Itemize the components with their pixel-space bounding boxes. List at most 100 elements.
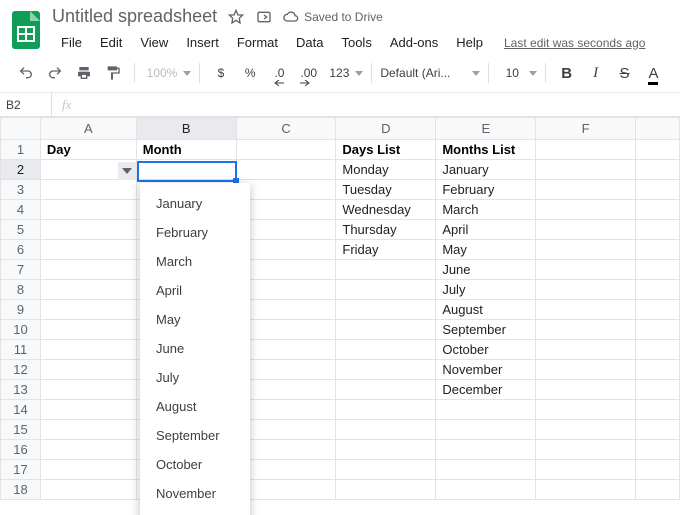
cell[interactable] xyxy=(636,280,680,300)
cell[interactable] xyxy=(636,180,680,200)
menu-addons[interactable]: Add-ons xyxy=(381,31,447,54)
cell[interactable]: March xyxy=(436,200,536,220)
cell[interactable] xyxy=(636,380,680,400)
cell[interactable] xyxy=(536,180,636,200)
dropdown-item[interactable]: September xyxy=(140,421,250,450)
dropdown-item[interactable]: May xyxy=(140,305,250,334)
percent-button[interactable]: % xyxy=(238,60,263,86)
cell[interactable]: January xyxy=(436,160,536,180)
row-header[interactable]: 15 xyxy=(1,420,41,440)
cell[interactable]: Months List xyxy=(436,140,536,160)
menu-edit[interactable]: Edit xyxy=(91,31,131,54)
cell[interactable] xyxy=(40,340,136,360)
cell[interactable] xyxy=(236,300,336,320)
row-header[interactable]: 7 xyxy=(1,260,41,280)
cell[interactable]: June xyxy=(436,260,536,280)
currency-button[interactable]: $ xyxy=(208,60,233,86)
cell[interactable] xyxy=(536,140,636,160)
cell[interactable] xyxy=(536,480,636,500)
cell[interactable] xyxy=(40,380,136,400)
name-box[interactable]: B2 xyxy=(0,93,52,116)
cell[interactable] xyxy=(436,440,536,460)
cell[interactable] xyxy=(536,200,636,220)
cell[interactable] xyxy=(40,440,136,460)
cell[interactable] xyxy=(636,160,680,180)
validation-dropdown[interactable]: January February March April May June Ju… xyxy=(140,183,250,515)
more-formats-button[interactable]: 123 xyxy=(325,66,363,80)
cell[interactable] xyxy=(636,200,680,220)
cell[interactable] xyxy=(436,400,536,420)
row-header[interactable]: 11 xyxy=(1,340,41,360)
strike-button[interactable]: S xyxy=(612,60,637,86)
row-header[interactable]: 4 xyxy=(1,200,41,220)
dropdown-item[interactable]: February xyxy=(140,218,250,247)
cell[interactable] xyxy=(536,320,636,340)
cell[interactable] xyxy=(536,260,636,280)
cell[interactable]: Day xyxy=(40,140,136,160)
star-icon[interactable] xyxy=(227,8,245,26)
cell[interactable] xyxy=(636,220,680,240)
menu-data[interactable]: Data xyxy=(287,31,332,54)
cell[interactable] xyxy=(636,420,680,440)
cell[interactable]: Wednesday xyxy=(336,200,436,220)
cell[interactable] xyxy=(40,220,136,240)
cell[interactable] xyxy=(336,360,436,380)
row-header[interactable]: 9 xyxy=(1,300,41,320)
cell[interactable] xyxy=(40,260,136,280)
cell[interactable] xyxy=(236,200,336,220)
document-title[interactable]: Untitled spreadsheet xyxy=(52,6,217,27)
cell[interactable] xyxy=(40,320,136,340)
cell[interactable] xyxy=(40,280,136,300)
col-header-B[interactable]: B xyxy=(136,118,236,140)
cell[interactable] xyxy=(536,340,636,360)
print-button[interactable] xyxy=(72,60,97,86)
col-header-E[interactable]: E xyxy=(436,118,536,140)
col-header-C[interactable]: C xyxy=(236,118,336,140)
cell[interactable]: Days List xyxy=(336,140,436,160)
cell[interactable] xyxy=(336,320,436,340)
row-header[interactable]: 3 xyxy=(1,180,41,200)
cell[interactable]: Friday xyxy=(336,240,436,260)
cell[interactable] xyxy=(236,140,336,160)
cell[interactable] xyxy=(636,240,680,260)
cell[interactable]: December xyxy=(436,380,536,400)
cell[interactable]: Thursday xyxy=(336,220,436,240)
dropdown-item[interactable]: June xyxy=(140,334,250,363)
col-header-G[interactable] xyxy=(636,118,680,140)
cell[interactable] xyxy=(40,180,136,200)
cell[interactable] xyxy=(436,480,536,500)
cell[interactable] xyxy=(236,280,336,300)
cell[interactable] xyxy=(636,440,680,460)
cell[interactable] xyxy=(536,280,636,300)
cell[interactable] xyxy=(636,460,680,480)
row-header[interactable]: 13 xyxy=(1,380,41,400)
cell[interactable]: September xyxy=(436,320,536,340)
cell[interactable] xyxy=(336,480,436,500)
cell[interactable] xyxy=(336,380,436,400)
cell[interactable] xyxy=(336,400,436,420)
cell[interactable] xyxy=(236,320,336,340)
cell[interactable] xyxy=(336,460,436,480)
cell[interactable] xyxy=(536,300,636,320)
cell[interactable] xyxy=(236,420,336,440)
cell[interactable] xyxy=(536,160,636,180)
select-all-corner[interactable] xyxy=(1,118,41,140)
cell-B2[interactable] xyxy=(136,160,236,180)
cell[interactable] xyxy=(536,400,636,420)
menu-view[interactable]: View xyxy=(131,31,177,54)
row-header[interactable]: 14 xyxy=(1,400,41,420)
cell[interactable] xyxy=(236,480,336,500)
cell[interactable] xyxy=(236,380,336,400)
increase-decimal-button[interactable]: .00 xyxy=(296,60,321,86)
undo-button[interactable] xyxy=(14,60,39,86)
cell[interactable]: November xyxy=(436,360,536,380)
cell[interactable] xyxy=(236,160,336,180)
cell[interactable] xyxy=(536,240,636,260)
cell[interactable] xyxy=(40,240,136,260)
cell[interactable] xyxy=(636,140,680,160)
dropdown-item[interactable]: April xyxy=(140,276,250,305)
cell[interactable] xyxy=(40,400,136,420)
cell[interactable] xyxy=(636,320,680,340)
row-header[interactable]: 2 xyxy=(1,160,41,180)
cell[interactable]: May xyxy=(436,240,536,260)
